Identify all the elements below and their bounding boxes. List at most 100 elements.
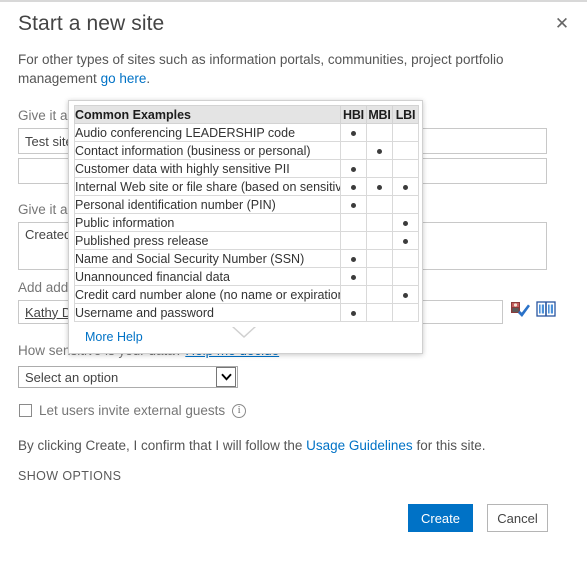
example-name: Public information — [75, 214, 341, 232]
lbi-cell — [393, 250, 419, 268]
example-name: Unannounced financial data — [75, 268, 341, 286]
table-row: Username and password — [75, 304, 419, 322]
lbi-cell — [393, 286, 419, 304]
classification-dot — [351, 167, 356, 172]
check-names-icon[interactable] — [509, 300, 531, 318]
classification-dot — [351, 131, 356, 136]
column-header-lbi: LBI — [393, 106, 419, 124]
example-name: Published press release — [75, 232, 341, 250]
column-header-examples: Common Examples — [75, 106, 341, 124]
mbi-cell — [367, 232, 393, 250]
table-row: Public information — [75, 214, 419, 232]
table-row: Contact information (business or persona… — [75, 142, 419, 160]
external-guests-label: Let users invite external guests — [39, 403, 225, 418]
external-guests-checkbox[interactable] — [19, 404, 32, 417]
sensitivity-help-callout: Common Examples HBI MBI LBI Audio confer… — [68, 100, 423, 354]
sensitivity-select[interactable]: Select an option — [18, 366, 238, 388]
hbi-cell — [341, 268, 367, 286]
hbi-cell — [341, 178, 367, 196]
table-row: Credit card number alone (no name or exp… — [75, 286, 419, 304]
example-name: Personal identification number (PIN) — [75, 196, 341, 214]
column-header-mbi: MBI — [367, 106, 393, 124]
column-header-hbi: HBI — [341, 106, 367, 124]
classification-dot — [403, 185, 408, 190]
hbi-cell — [341, 214, 367, 232]
table-row: Internal Web site or file share (based o… — [75, 178, 419, 196]
common-examples-table: Common Examples HBI MBI LBI Audio confer… — [74, 105, 419, 322]
classification-dot — [351, 203, 356, 208]
example-name: Audio conferencing LEADERSHIP code — [75, 124, 341, 142]
classification-dot — [377, 149, 382, 154]
mbi-cell — [367, 268, 393, 286]
callout-tail-fill — [233, 326, 255, 336]
people-picker-actions — [509, 300, 556, 318]
create-button[interactable]: Create — [408, 504, 473, 532]
classification-dot — [403, 239, 408, 244]
lbi-cell — [393, 142, 419, 160]
lbi-cell — [393, 304, 419, 322]
mbi-cell — [367, 178, 393, 196]
hbi-cell — [341, 160, 367, 178]
table-header-row: Common Examples HBI MBI LBI — [75, 106, 419, 124]
hbi-cell — [341, 304, 367, 322]
callout-body: Common Examples HBI MBI LBI Audio confer… — [69, 101, 422, 353]
classification-dot — [351, 257, 356, 262]
close-icon[interactable]: ✕ — [549, 10, 575, 36]
show-options-toggle[interactable]: SHOW OPTIONS — [18, 469, 121, 483]
mbi-cell — [367, 196, 393, 214]
table-body: Audio conferencing LEADERSHIP codeContac… — [75, 124, 419, 322]
page-title: Start a new site — [18, 12, 164, 36]
classification-dot — [403, 221, 408, 226]
mbi-cell — [367, 142, 393, 160]
go-here-link[interactable]: go here — [101, 71, 147, 86]
classification-dot — [351, 185, 356, 190]
confirm-text-after: for this site. — [413, 438, 486, 453]
example-name: Name and Social Security Number (SSN) — [75, 250, 341, 268]
classification-dot — [351, 275, 356, 280]
lbi-cell — [393, 214, 419, 232]
mbi-cell — [367, 304, 393, 322]
more-help-link[interactable]: More Help — [85, 330, 143, 344]
intro-text-after: . — [146, 71, 150, 86]
address-book-icon[interactable] — [536, 300, 556, 318]
lbi-cell — [393, 178, 419, 196]
confirm-text: By clicking Create, I confirm that I wil… — [18, 438, 485, 453]
table-row: Published press release — [75, 232, 419, 250]
mbi-cell — [367, 124, 393, 142]
table-header: Common Examples HBI MBI LBI — [75, 106, 419, 124]
lbi-cell — [393, 232, 419, 250]
table-row: Unannounced financial data — [75, 268, 419, 286]
example-name: Credit card number alone (no name or exp… — [75, 286, 341, 304]
chevron-down-icon — [216, 367, 236, 387]
hbi-cell — [341, 286, 367, 304]
table-row: Customer data with highly sensitive PII — [75, 160, 419, 178]
example-name: Username and password — [75, 304, 341, 322]
lbi-cell — [393, 124, 419, 142]
usage-guidelines-link[interactable]: Usage Guidelines — [306, 438, 413, 453]
table-row: Name and Social Security Number (SSN) — [75, 250, 419, 268]
classification-dot — [351, 311, 356, 316]
mbi-cell — [367, 160, 393, 178]
hbi-cell — [341, 196, 367, 214]
cancel-button[interactable]: Cancel — [487, 504, 548, 532]
table-row: Personal identification number (PIN) — [75, 196, 419, 214]
mbi-cell — [367, 214, 393, 232]
external-guests-row: Let users invite external guests i — [19, 403, 246, 418]
example-name: Customer data with highly sensitive PII — [75, 160, 341, 178]
intro-text: For other types of sites such as informa… — [18, 50, 518, 88]
lbi-cell — [393, 196, 419, 214]
mbi-cell — [367, 286, 393, 304]
table-row: Audio conferencing LEADERSHIP code — [75, 124, 419, 142]
classification-dot — [403, 293, 408, 298]
start-new-site-dialog: ✕ Start a new site For other types of si… — [0, 0, 587, 562]
hbi-cell — [341, 142, 367, 160]
info-icon[interactable]: i — [232, 404, 246, 418]
confirm-text-before: By clicking Create, I confirm that I wil… — [18, 438, 306, 453]
intro-text-before: For other types of sites such as informa… — [18, 52, 503, 86]
lbi-cell — [393, 268, 419, 286]
classification-dot — [377, 185, 382, 190]
hbi-cell — [341, 232, 367, 250]
example-name: Internal Web site or file share (based o… — [75, 178, 341, 196]
mbi-cell — [367, 250, 393, 268]
example-name: Contact information (business or persona… — [75, 142, 341, 160]
